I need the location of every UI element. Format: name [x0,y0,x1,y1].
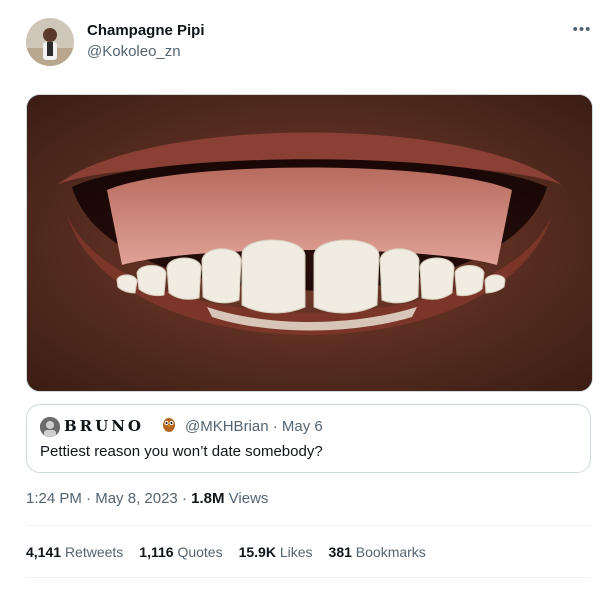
meta-separator: · [81,490,96,507]
stat-count: 4,141 [26,544,62,560]
stat-quotes[interactable]: 1,116 Quotes [139,544,222,560]
stat-retweets[interactable]: 4,141 Retweets [26,544,123,560]
stat-likes[interactable]: 15.9K Likes [239,544,313,560]
more-icon[interactable]: ••• [570,20,594,40]
stat-count: 1,116 [139,544,174,560]
tweet-card: Champagne Pipi @Kokoleo_zn ••• BRUNO @MK… [0,0,616,591]
profile-photo-icon [26,18,74,66]
author-avatar[interactable] [26,18,74,66]
stat-label: Bookmarks [355,544,426,560]
tweet-photo[interactable] [26,94,593,392]
stat-label: Likes [279,544,313,560]
quoted-name: BRUNO [64,417,145,435]
quoted-avatar [40,417,60,437]
stat-count: 381 [328,544,352,560]
divider [26,525,591,526]
views-count: 1.8M [191,490,225,507]
quoted-meta: @MKHBrian · May 6 [185,418,323,435]
engagement-stats: 4,141 Retweets 1,116 Quotes 15.9K Likes 381… [26,544,442,560]
meta-separator: · [177,490,192,507]
tweet-time[interactable]: 1:24 PM [26,490,82,507]
photo-smile-teeth-icon [27,95,592,391]
owl-emoji-icon [162,416,176,436]
quoted-profile-icon [40,417,60,437]
quoted-tweet[interactable]: BRUNO @MKHBrian · May 6 Pettiest reason … [26,404,591,473]
quoted-separator: · [268,418,282,435]
quoted-handle: @MKHBrian [185,418,269,435]
stat-label: Retweets [64,544,124,560]
tweet-date[interactable]: May 8, 2023 [95,490,178,507]
stat-bookmarks[interactable]: 381 Bookmarks [329,544,426,560]
quoted-text: Pettiest reason you won’t date somebody? [40,443,323,460]
stat-label: Quotes [177,544,223,560]
quoted-date[interactable]: May 6 [282,418,323,435]
stat-count: 15.9K [238,544,276,560]
author-name[interactable]: Champagne Pipi [87,22,205,39]
views-label: Views [228,490,269,507]
divider [26,577,591,578]
author-handle[interactable]: @Kokoleo_zn [87,43,181,60]
tweet-timestamp: 1:24 PM · May 8, 2023 · 1.8M Views [26,490,268,507]
